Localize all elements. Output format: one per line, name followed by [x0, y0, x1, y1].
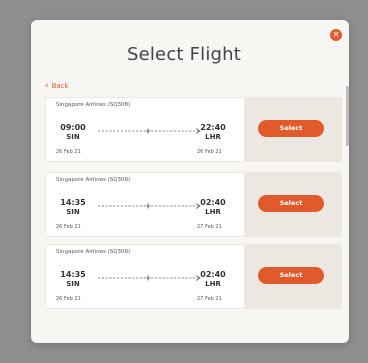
airline-name: Singapore Airlines (SQ308) [56, 177, 131, 183]
route-arrow-icon [98, 203, 201, 209]
select-button[interactable]: Select [258, 267, 324, 284]
depart-time: 14:35 [60, 270, 86, 279]
back-label: Back [51, 82, 69, 90]
depart-date: 26 Feb 21 [56, 149, 81, 155]
flight-details: Singapore Airlines (SQ308) 14:35 SIN 26 … [46, 245, 244, 308]
plane-icon [145, 275, 151, 281]
arrive-date: 27 Feb 21 [197, 224, 222, 230]
arrive-time: 22:40 [200, 123, 226, 132]
arrive-time: 02:40 [200, 270, 226, 279]
flight-action-panel: Select [244, 173, 341, 236]
modal-title: Select Flight [126, 44, 242, 65]
depart-code: SIN [66, 208, 80, 216]
flight-card: Singapore Airlines (SQ308) 14:35 SIN 26 … [45, 244, 342, 309]
flight-details: Singapore Airlines (SQ308) 14:35 SIN 26 … [46, 173, 244, 236]
scrollbar[interactable] [346, 86, 349, 146]
arrive-code: LHR [205, 280, 221, 288]
flight-card: Singapore Airlines (SQ308) 09:00 SIN 26 … [45, 97, 342, 162]
route-arrow-icon [98, 128, 201, 134]
arrive-time: 02:40 [200, 198, 226, 207]
depart-code: SIN [66, 280, 80, 288]
plane-icon [145, 128, 151, 134]
arrive-code: LHR [205, 208, 221, 216]
flight-details: Singapore Airlines (SQ308) 09:00 SIN 26 … [46, 98, 244, 161]
depart-time: 09:00 [60, 123, 86, 132]
depart-code: SIN [66, 133, 80, 141]
close-icon: × [332, 30, 340, 40]
plane-icon [145, 203, 151, 209]
chevron-left-icon: ‹ [45, 81, 49, 91]
arrive-date: 27 Feb 21 [197, 296, 222, 302]
select-button[interactable]: Select [258, 195, 324, 212]
depart-time: 14:35 [60, 198, 86, 207]
airline-name: Singapore Airlines (SQ308) [56, 102, 131, 108]
depart-date: 26 Feb 21 [56, 224, 81, 230]
depart-date: 26 Feb 21 [56, 296, 81, 302]
flight-card: Singapore Airlines (SQ308) 14:35 SIN 26 … [45, 172, 342, 237]
back-link[interactable]: ‹ Back [45, 81, 69, 91]
close-button[interactable]: × [330, 29, 342, 41]
arrive-date: 26 Feb 21 [197, 149, 222, 155]
select-button[interactable]: Select [258, 120, 324, 137]
route-arrow-icon [98, 275, 201, 281]
airline-name: Singapore Airlines (SQ308) [56, 249, 131, 255]
flight-action-panel: Select [244, 98, 341, 161]
arrive-code: LHR [205, 133, 221, 141]
flight-action-panel: Select [244, 245, 341, 308]
